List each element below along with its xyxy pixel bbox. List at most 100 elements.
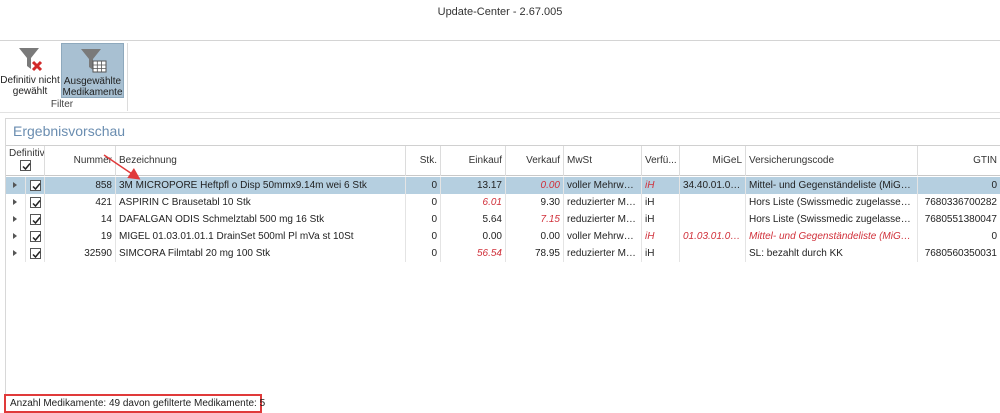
- cell-bezeichnung: DAFALGAN ODIS Schmelztabl 500 mg 16 Stk: [116, 211, 406, 228]
- cell-mwst: reduzierter Me...: [564, 211, 642, 228]
- column-header-nummer[interactable]: Nummer: [45, 146, 116, 176]
- cell-bezeichnung: MIGEL 01.03.01.01.1 DrainSet 500ml Pl mV…: [116, 228, 406, 245]
- cell-stk: 0: [406, 194, 441, 211]
- cell-versicherungscode: Mittel- und Gegenständeliste (MiGeL): [746, 228, 918, 245]
- cell-migel: [680, 194, 746, 211]
- cell-bezeichnung: SIMCORA Filmtabl 20 mg 100 Stk: [116, 245, 406, 262]
- cell-verkauf: 9.30: [506, 194, 564, 211]
- cell-verkauf: 78.95: [506, 245, 564, 262]
- column-header-migel[interactable]: MiGeL: [680, 146, 746, 176]
- cell-migel: 01.03.01.01.1: [680, 228, 746, 245]
- checkmark-icon: [31, 233, 41, 241]
- filter-table-icon: [80, 49, 106, 73]
- cell-migel: [680, 211, 746, 228]
- cell-versicherungscode: Hors Liste (Swissmedic zugelassene Pr...: [746, 194, 918, 211]
- cell-definitiv: [26, 177, 45, 194]
- cell-nummer: 19: [45, 228, 116, 245]
- column-header-stk[interactable]: Stk.: [406, 146, 441, 176]
- table-row[interactable]: 19 MIGEL 01.03.01.01.1 DrainSet 500ml Pl …: [6, 228, 1000, 245]
- cell-nummer: 32590: [45, 245, 116, 262]
- cell-gtin: 7680551380047: [924, 214, 997, 225]
- cell-definitiv: [26, 211, 45, 228]
- cell-mwst: voller Mehrwer...: [564, 228, 642, 245]
- cell-mwst: reduzierter Me...: [564, 245, 642, 262]
- cell-gtin: 0: [991, 231, 997, 242]
- cell-versicherungscode: Mittel- und Gegenständeliste (MiGeL): [746, 177, 918, 194]
- chevron-right-icon: [13, 250, 17, 256]
- chevron-right-icon: [13, 216, 17, 222]
- select-all-checkbox[interactable]: [19, 160, 31, 171]
- cell-verfuegbarkeit: iH: [642, 177, 680, 194]
- checkmark-icon: [31, 199, 41, 207]
- column-header-versicherungscode[interactable]: Versicherungscode: [746, 146, 918, 176]
- chevron-right-icon: [13, 199, 17, 205]
- column-header-bezeichnung[interactable]: Bezeichnung: [116, 146, 406, 176]
- table-row[interactable]: 32590 SIMCORA Filmtabl 20 mg 100 Stk 0 56.5…: [6, 245, 1000, 262]
- cell-gtin: 7680336700282: [924, 197, 997, 208]
- row-expand-icon[interactable]: [6, 194, 26, 211]
- ribbon-button-label: Medikamente: [62, 87, 123, 98]
- definitiv-checkbox[interactable]: [29, 196, 41, 208]
- table-row[interactable]: 14 DAFALGAN ODIS Schmelztabl 500 mg 16 St…: [6, 211, 1000, 228]
- cell-mwst: reduzierter Me...: [564, 194, 642, 211]
- cell-verkauf: 0.00: [506, 177, 564, 194]
- cell-stk: 0: [406, 228, 441, 245]
- cell-migel: 34.40.01.04.1: [680, 177, 746, 194]
- definitiv-checkbox[interactable]: [29, 179, 41, 191]
- ribbon-group-label-filter: Filter: [50, 99, 74, 110]
- cell-verfuegbarkeit: iH: [642, 228, 680, 245]
- column-header-verfuegbarkeit[interactable]: Verfü...: [642, 146, 680, 176]
- cell-einkauf: 6.01: [441, 194, 506, 211]
- cell-definitiv: [26, 245, 45, 262]
- checkmark-icon: [31, 182, 41, 190]
- ribbon-bottom-divider: [0, 112, 1000, 113]
- row-expand-icon[interactable]: [6, 177, 26, 194]
- cell-verfuegbarkeit: iH: [642, 194, 680, 211]
- status-bar-count: Anzahl Medikamente: 49 davon gefilterte …: [10, 398, 266, 409]
- row-expand-icon[interactable]: [6, 245, 26, 262]
- chevron-right-icon: [13, 182, 17, 188]
- table-row[interactable]: 858 3M MICROPORE Heftpfl o Disp 50mmx9.14…: [6, 177, 1000, 194]
- ribbon-group-divider: [127, 43, 128, 111]
- checkmark-icon: [31, 250, 41, 258]
- cell-stk: 0: [406, 177, 441, 194]
- definitiv-nicht-gewaehlt-button[interactable]: Definitiv nicht gewählt: [0, 43, 60, 98]
- definitiv-checkbox[interactable]: [29, 230, 41, 242]
- cell-bezeichnung: 3M MICROPORE Heftpfl o Disp 50mmx9.14m w…: [116, 177, 406, 194]
- window-title: Update-Center - 2.67.005: [437, 6, 563, 18]
- ribbon-button-label: Ausgewählte: [63, 76, 122, 87]
- cell-einkauf: 0.00: [441, 228, 506, 245]
- column-header-verkauf[interactable]: Verkauf: [506, 146, 564, 176]
- cell-stk: 0: [406, 245, 441, 262]
- results-panel: Ergebnisvorschau Definitiv Nummer Bezeic…: [5, 118, 1000, 413]
- column-header-einkauf[interactable]: Einkauf: [441, 146, 506, 176]
- cell-nummer: 421: [45, 194, 116, 211]
- cell-gtin: 0: [991, 180, 997, 191]
- cell-verfuegbarkeit: iH: [642, 211, 680, 228]
- checkmark-icon: [21, 163, 31, 171]
- cell-versicherungscode: SL: bezahlt durch KK: [746, 245, 918, 262]
- cell-versicherungscode: Hors Liste (Swissmedic zugelassene Pr...: [746, 211, 918, 228]
- column-header-label: Definitiv: [9, 148, 45, 159]
- definitiv-checkbox[interactable]: [29, 213, 41, 225]
- cell-definitiv: [26, 194, 45, 211]
- table-row[interactable]: 421 ASPIRIN C Brausetabl 10 Stk 0 6.01 9.30 r…: [6, 194, 1000, 211]
- row-expand-icon[interactable]: [6, 211, 26, 228]
- column-header-mwst[interactable]: MwSt: [564, 146, 642, 176]
- checkmark-icon: [31, 216, 41, 224]
- cell-nummer: 14: [45, 211, 116, 228]
- row-expand-icon[interactable]: [6, 228, 26, 245]
- ribbon: Definitiv nicht gewählt Ausgewählte Medi…: [0, 41, 1000, 113]
- cell-gtin: 7680560350031: [924, 248, 997, 259]
- cell-nummer: 858: [45, 177, 116, 194]
- cell-stk: 0: [406, 211, 441, 228]
- ribbon-button-label: Definitiv nicht: [0, 75, 60, 86]
- cell-bezeichnung: ASPIRIN C Brausetabl 10 Stk: [116, 194, 406, 211]
- chevron-right-icon: [13, 233, 17, 239]
- definitiv-checkbox[interactable]: [29, 247, 41, 259]
- cell-mwst: voller Mehrwer...: [564, 177, 642, 194]
- column-header-definitiv[interactable]: Definitiv: [6, 146, 45, 176]
- ausgewaehlte-medikamente-button[interactable]: Ausgewählte Medikamente: [61, 43, 124, 98]
- results-grid: Definitiv Nummer Bezeichnung Stk. Einkau…: [6, 145, 1000, 392]
- column-header-gtin[interactable]: GTIN: [918, 146, 1000, 176]
